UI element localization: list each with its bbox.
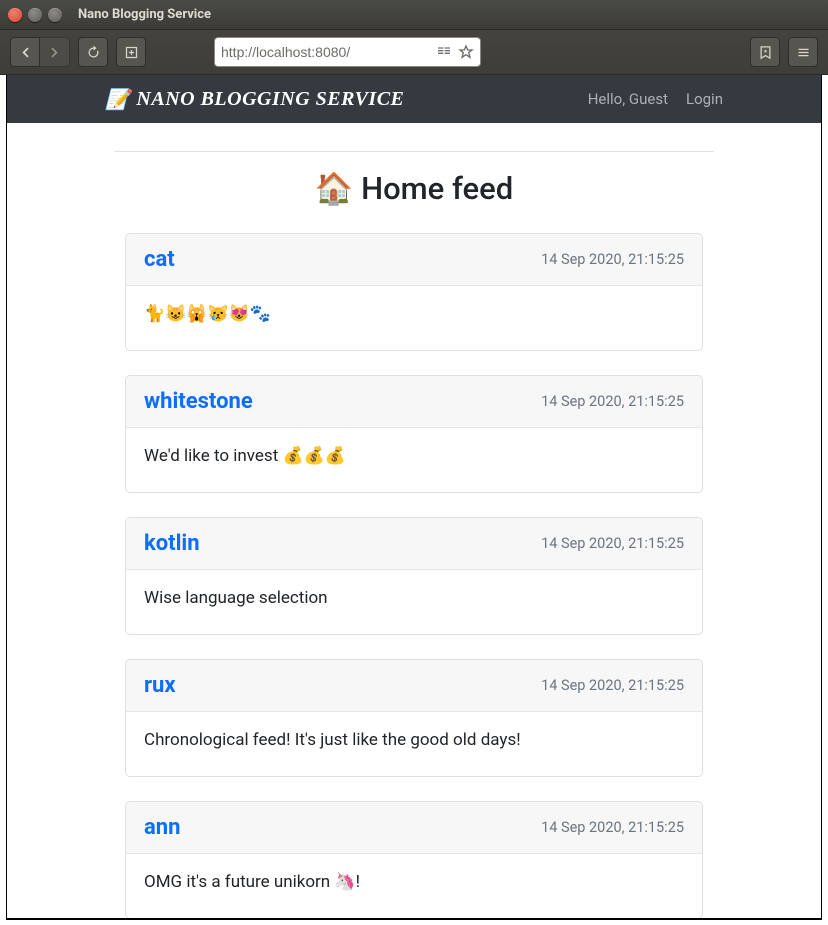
greeting-text: Hello, Guest [588, 90, 668, 108]
app-navbar: 📝 NANO BLOGGING SERVICE Hello, Guest Log… [7, 75, 821, 123]
feed-title: 🏠 Home feed [114, 170, 714, 207]
post-body: We'd like to invest 💰💰💰 [126, 428, 702, 492]
chevron-left-icon [18, 45, 33, 60]
post-body: OMG it's a future unikorn 🦄! [126, 854, 702, 918]
back-button[interactable] [10, 37, 40, 67]
window-maximize-button[interactable] [48, 8, 62, 22]
post-card: rux 14 Sep 2020, 21:15:25 Chronological … [125, 659, 703, 777]
post-timestamp: 14 Sep 2020, 21:15:25 [541, 677, 684, 694]
bookmark-star-icon [758, 45, 773, 60]
post-body: 🐈😺🙀😿😻🐾 [126, 286, 702, 350]
divider [114, 151, 714, 152]
main-container: 🏠 Home feed cat 14 Sep 2020, 21:15:25 🐈😺… [104, 151, 724, 920]
hamburger-icon [796, 45, 811, 60]
post-author-link[interactable]: cat [144, 247, 175, 272]
window-minimize-button[interactable] [28, 8, 42, 22]
post-timestamp: 14 Sep 2020, 21:15:25 [541, 535, 684, 552]
post-author-link[interactable]: whitestone [144, 389, 253, 414]
post-timestamp: 14 Sep 2020, 21:15:25 [541, 393, 684, 410]
brand-link[interactable]: 📝 NANO BLOGGING SERVICE [105, 87, 404, 112]
reload-icon [86, 45, 101, 60]
post-timestamp: 14 Sep 2020, 21:15:25 [541, 251, 684, 268]
url-bar[interactable] [214, 37, 481, 67]
browser-toolbar [0, 30, 828, 75]
menu-button[interactable] [788, 37, 818, 67]
bookmarks-button[interactable] [750, 37, 780, 67]
post-card: cat 14 Sep 2020, 21:15:25 🐈😺🙀😿😻🐾 [125, 233, 703, 351]
post-card: ann 14 Sep 2020, 21:15:25 OMG it's a fut… [125, 801, 703, 919]
post-header: ann 14 Sep 2020, 21:15:25 [126, 802, 702, 854]
memo-icon: 📝 [105, 87, 130, 112]
post-card: kotlin 14 Sep 2020, 21:15:25 Wise langua… [125, 517, 703, 635]
window-controls [8, 8, 62, 22]
post-header: kotlin 14 Sep 2020, 21:15:25 [126, 518, 702, 570]
reload-button[interactable] [78, 37, 108, 67]
page-viewport[interactable]: 📝 NANO BLOGGING SERVICE Hello, Guest Log… [6, 75, 822, 920]
brand-text: NANO BLOGGING SERVICE [136, 88, 404, 111]
window-titlebar: Nano Blogging Service [0, 0, 828, 30]
home-plus-icon [124, 45, 139, 60]
reader-mode-icon[interactable] [436, 44, 452, 60]
post-author-link[interactable]: ann [144, 815, 180, 840]
login-link[interactable]: Login [686, 90, 723, 108]
nav-right: Hello, Guest Login [588, 90, 723, 108]
post-author-link[interactable]: rux [144, 673, 176, 698]
star-icon[interactable] [458, 44, 474, 60]
post-header: cat 14 Sep 2020, 21:15:25 [126, 234, 702, 286]
post-header: rux 14 Sep 2020, 21:15:25 [126, 660, 702, 712]
home-button[interactable] [116, 37, 146, 67]
window-title: Nano Blogging Service [78, 7, 211, 22]
post-header: whitestone 14 Sep 2020, 21:15:25 [126, 376, 702, 428]
url-input[interactable] [221, 44, 430, 60]
post-body: Wise language selection [126, 570, 702, 634]
post-card: whitestone 14 Sep 2020, 21:15:25 We'd li… [125, 375, 703, 493]
forward-button[interactable] [40, 37, 70, 67]
post-timestamp: 14 Sep 2020, 21:15:25 [541, 819, 684, 836]
chevron-right-icon [47, 45, 62, 60]
post-author-link[interactable]: kotlin [144, 531, 200, 556]
post-body: Chronological feed! It's just like the g… [126, 712, 702, 776]
window-close-button[interactable] [8, 8, 22, 22]
nav-buttons [10, 37, 70, 67]
